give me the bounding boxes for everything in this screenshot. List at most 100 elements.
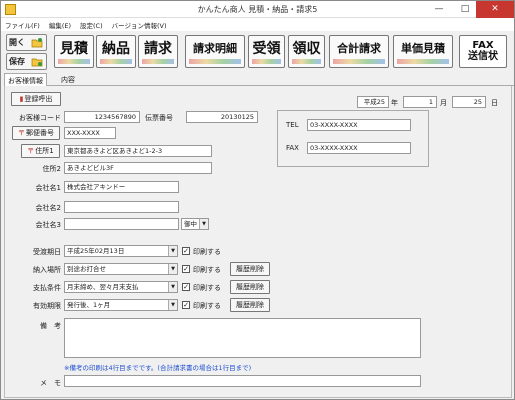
expiry-select[interactable]: 発行後、1ヶ月 ▼ bbox=[64, 299, 178, 311]
delivery-date-select[interactable]: 平成25年02月13日 ▼ bbox=[64, 245, 178, 257]
minimize-button[interactable]: — bbox=[426, 1, 452, 18]
invoice-button[interactable]: 請求 bbox=[138, 35, 178, 68]
button-color-bar bbox=[397, 59, 449, 64]
tab-content[interactable]: 内容 bbox=[58, 73, 78, 86]
company1-field[interactable]: 株式会社アキンドー bbox=[64, 181, 179, 193]
book-icon: ▮ bbox=[19, 95, 24, 103]
print-label: 印刷する bbox=[193, 266, 221, 274]
button-color-bar bbox=[142, 59, 174, 64]
postal-code-button-label: 郵便番号 bbox=[26, 129, 54, 137]
honorific-value: 御中 bbox=[184, 220, 197, 228]
company3-field[interactable] bbox=[64, 218, 179, 230]
register-call-label: 登録呼出 bbox=[24, 95, 53, 103]
day-unit: 日 bbox=[491, 99, 498, 107]
maximize-button[interactable]: □ bbox=[452, 1, 478, 18]
total-invoice-button[interactable]: 合計請求 bbox=[329, 35, 389, 68]
receipt-acknowledge-button[interactable]: 受領 bbox=[248, 35, 285, 68]
delivery-button[interactable]: 納品 bbox=[96, 35, 136, 68]
address1-button[interactable]: 〒住所1 bbox=[21, 144, 60, 158]
memo-label: メ モ bbox=[40, 379, 61, 387]
delivery-label: 納品 bbox=[102, 41, 130, 57]
delivery-date-value: 平成25年02月13日 bbox=[67, 247, 125, 255]
delivery-date-label: 受渡期日 bbox=[33, 248, 61, 256]
customer-code-label: お客様コード bbox=[19, 114, 61, 122]
button-color-bar bbox=[189, 59, 241, 64]
receipt-label: 領収 bbox=[292, 41, 321, 57]
month-unit: 月 bbox=[440, 99, 447, 107]
toolbar: 開く 保存 見積 納品 請求 請求明細 受領 領収 合計請求 単価見積 FAX … bbox=[1, 32, 514, 72]
expiry-history-delete-button[interactable]: 履歴削除 bbox=[230, 298, 270, 312]
fax-cover-button[interactable]: FAX 送信状 bbox=[459, 35, 507, 68]
slip-number-field[interactable]: 20130125 bbox=[186, 111, 258, 123]
invoice-detail-button[interactable]: 請求明細 bbox=[185, 35, 245, 68]
chevron-down-icon[interactable]: ▼ bbox=[168, 246, 177, 256]
address2-field[interactable]: あきよどビル3F bbox=[64, 162, 212, 174]
delivery-place-value: 別途お打合せ bbox=[67, 265, 106, 273]
close-button[interactable]: ✕ bbox=[476, 1, 514, 18]
unit-price-estimate-button[interactable]: 単価見積 bbox=[393, 35, 453, 68]
day-field[interactable]: 25 bbox=[452, 96, 486, 108]
delivery-place-history-delete-button[interactable]: 履歴削除 bbox=[230, 262, 270, 276]
invoice-detail-label: 請求明細 bbox=[193, 42, 237, 55]
register-call-button[interactable]: ▮登録呼出 bbox=[11, 92, 61, 106]
postal-mark-icon: 〒 bbox=[27, 147, 35, 155]
expiry-value: 発行後、1ヶ月 bbox=[67, 301, 111, 309]
payment-terms-select[interactable]: 月末締め、翌々月末支払 ▼ bbox=[64, 281, 178, 293]
tel-field[interactable]: 03-XXXX-XXXX bbox=[307, 119, 411, 131]
open-label: 開く bbox=[9, 38, 25, 47]
chevron-down-icon[interactable]: ▼ bbox=[168, 264, 177, 274]
open-button[interactable]: 開く bbox=[6, 34, 47, 51]
menu-file[interactable]: ファイル(F) bbox=[1, 18, 45, 30]
chevron-down-icon[interactable]: ▼ bbox=[168, 282, 177, 292]
payment-terms-value: 月末締め、翌々月末支払 bbox=[67, 283, 139, 291]
menu-settings[interactable]: 設定(C) bbox=[76, 18, 108, 30]
payment-terms-history-delete-button[interactable]: 履歴削除 bbox=[230, 280, 270, 294]
tab-strip: お客様情報 内容 bbox=[4, 73, 514, 87]
menu-version[interactable]: バージョン情報(V) bbox=[108, 18, 172, 30]
company1-label: 会社名1 bbox=[35, 184, 61, 192]
fax-field-label: FAX bbox=[286, 144, 299, 152]
customer-code-field[interactable]: 1234567890 bbox=[64, 111, 140, 123]
save-button[interactable]: 保存 bbox=[6, 53, 47, 70]
delivery-place-select[interactable]: 別途お打合せ ▼ bbox=[64, 263, 178, 275]
address2-label: 住所2 bbox=[42, 165, 61, 173]
postal-mark-icon: 〒 bbox=[18, 129, 25, 137]
total-invoice-label: 合計請求 bbox=[337, 42, 381, 55]
postal-code-field[interactable]: XXX-XXXX bbox=[64, 127, 116, 139]
expiry-label: 有効期限 bbox=[33, 302, 61, 310]
button-color-bar bbox=[292, 59, 321, 64]
print-label: 印刷する bbox=[193, 302, 221, 310]
delivery-date-print-checkbox[interactable]: ✓ bbox=[182, 247, 190, 255]
expiry-print-checkbox[interactable]: ✓ bbox=[182, 301, 190, 309]
receipt-button[interactable]: 領収 bbox=[288, 35, 325, 68]
memo-field[interactable] bbox=[64, 375, 421, 387]
button-color-bar bbox=[333, 59, 385, 64]
company2-label: 会社名2 bbox=[35, 204, 61, 212]
honorific-select[interactable]: 御中 ▼ bbox=[181, 218, 209, 230]
title-bar[interactable]: かんたん商人 見積・納品・請求5 — □ ✕ bbox=[1, 1, 514, 18]
address1-field[interactable]: 東京都あきよど区あきよど1-2-3 bbox=[64, 145, 212, 157]
postal-code-button[interactable]: 〒郵便番号 bbox=[12, 126, 60, 140]
month-field[interactable]: 1 bbox=[403, 96, 437, 108]
fax-field[interactable]: 03-XXXX-XXXX bbox=[307, 142, 411, 154]
delivery-place-print-checkbox[interactable]: ✓ bbox=[182, 265, 190, 273]
save-folder-icon bbox=[31, 58, 43, 67]
payment-terms-print-checkbox[interactable]: ✓ bbox=[182, 283, 190, 291]
remarks-textarea[interactable] bbox=[64, 318, 421, 358]
company2-field[interactable] bbox=[64, 201, 179, 213]
estimate-button[interactable]: 見積 bbox=[54, 35, 94, 68]
button-color-bar bbox=[100, 59, 132, 64]
remarks-label: 備 考 bbox=[40, 322, 61, 330]
tel-label: TEL bbox=[286, 121, 299, 129]
tab-customer-info[interactable]: お客様情報 bbox=[4, 73, 47, 87]
chevron-down-icon[interactable]: ▼ bbox=[168, 300, 177, 310]
address1-button-label: 住所1 bbox=[35, 147, 54, 155]
menu-edit[interactable]: 編集(E) bbox=[45, 18, 76, 30]
contact-box: TEL 03-XXXX-XXXX FAX 03-XXXX-XXXX bbox=[277, 110, 429, 167]
slip-number-label: 伝票番号 bbox=[145, 114, 173, 122]
payment-terms-label: 支払条件 bbox=[33, 284, 61, 292]
year-unit: 年 bbox=[391, 99, 398, 107]
chevron-down-icon[interactable]: ▼ bbox=[199, 219, 208, 229]
estimate-label: 見積 bbox=[60, 41, 88, 57]
era-year-field[interactable]: 平成25 bbox=[357, 96, 389, 108]
